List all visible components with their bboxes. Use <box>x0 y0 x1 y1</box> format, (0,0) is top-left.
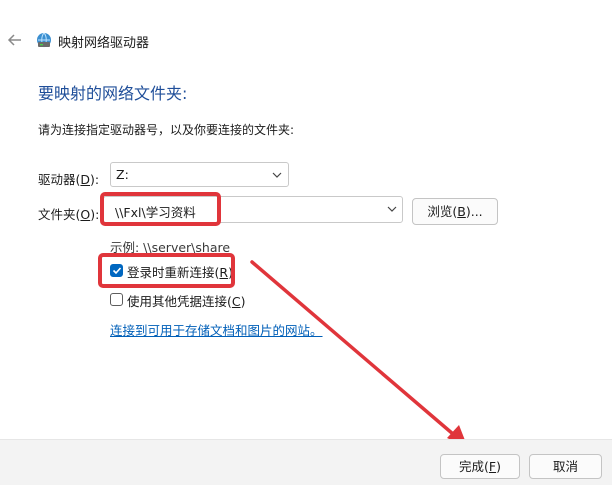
folder-highlight-box <box>100 192 221 226</box>
cancel-button[interactable]: 取消 <box>529 454 602 479</box>
website-link[interactable]: 连接到可用于存储文档和图片的网站。 <box>110 320 323 339</box>
page-heading: 要映射的网络文件夹: <box>38 84 188 103</box>
instruction-text: 请为连接指定驱动器号，以及你要连接的文件夹: <box>38 123 295 137</box>
chevron-down-icon[interactable] <box>386 204 398 214</box>
credentials-checkbox[interactable] <box>110 293 123 306</box>
window-title: 映射网络驱动器 <box>58 36 150 51</box>
back-arrow-icon[interactable] <box>6 31 24 49</box>
drive-label: 驱动器(D): <box>38 172 100 187</box>
reconnect-highlight-box <box>98 253 235 288</box>
annotation-arrow <box>250 260 468 448</box>
chevron-down-icon[interactable] <box>271 170 283 180</box>
folder-label: 文件夹(O): <box>38 207 100 222</box>
drive-select[interactable] <box>110 162 289 187</box>
drive-value: Z: <box>116 167 129 182</box>
network-drive-icon <box>37 32 51 48</box>
footer-bar <box>0 439 612 485</box>
browse-button[interactable]: 浏览(B)... <box>412 198 498 225</box>
finish-button[interactable]: 完成(F) <box>440 454 520 479</box>
credentials-label[interactable]: 使用其他凭据连接(C) <box>127 291 246 310</box>
